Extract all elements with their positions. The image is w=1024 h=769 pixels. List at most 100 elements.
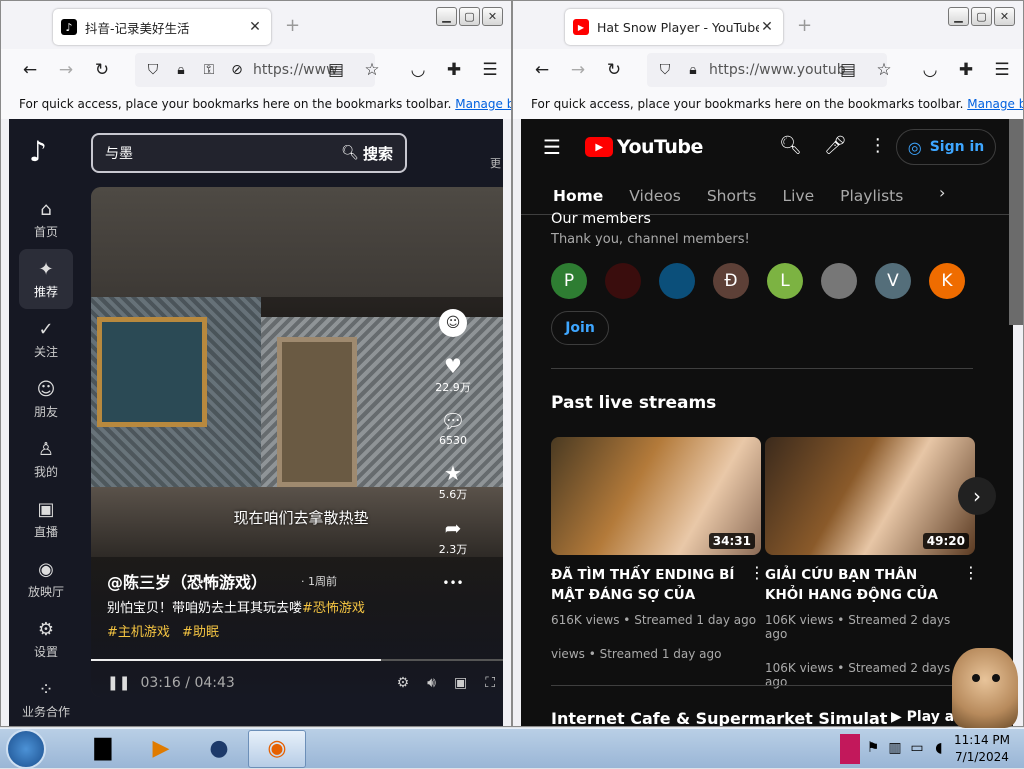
sidebar-item-2[interactable]: ✓ 关注 (9, 309, 83, 369)
pocket-icon[interactable]: ◡ (403, 55, 433, 85)
taskbar-app-3[interactable]: ● (190, 730, 248, 768)
pip-icon[interactable]: ▣ (454, 675, 467, 691)
taskbar-app-1[interactable]: ▇ (74, 730, 132, 768)
fullscreen-icon[interactable]: ⛶ (485, 675, 495, 691)
reader-icon[interactable]: ▤ (321, 55, 351, 85)
settings-icon[interactable]: ⚙ (397, 675, 410, 691)
microphone-icon[interactable]: 🎤︎ (824, 135, 847, 156)
sign-in-button[interactable]: ◎ Sign in (896, 129, 996, 165)
sidebar-item-8[interactable]: ⁘ 业务合作 (9, 669, 83, 726)
permissions-icon[interactable]: ⚿ (197, 62, 221, 78)
bookmark-star-icon[interactable]: ☆ (869, 55, 899, 85)
taskbar-firefox[interactable]: ◉ (248, 729, 306, 768)
minimize-button[interactable]: ▁ (436, 7, 457, 26)
favorite-button[interactable]: ★ 5.6万 (439, 460, 468, 502)
sidebar-item-4[interactable]: ♙ 我的 (9, 429, 83, 489)
forward-icon[interactable]: → (563, 55, 593, 85)
progress-bar[interactable] (91, 659, 503, 661)
flag-icon[interactable]: ⚑ (864, 740, 882, 758)
manage-bookmarks-link[interactable]: Manage bookmarks (455, 97, 511, 111)
close-window-button[interactable]: ✕ (482, 7, 503, 26)
maximize-button[interactable]: ▢ (459, 7, 480, 26)
member-avatar[interactable] (605, 263, 641, 299)
sidebar-item-3[interactable]: ☺ 朋友 (9, 369, 83, 429)
pocket-icon[interactable]: ◡ (915, 55, 945, 85)
extensions-icon[interactable]: ✚ (951, 55, 981, 85)
search-icon[interactable]: 🔍︎ (341, 145, 359, 161)
description-tag[interactable]: #恐怖游戏 (302, 601, 365, 616)
tag-link[interactable]: #主机游戏 (107, 625, 170, 640)
reload-icon[interactable]: ↻ (87, 55, 117, 85)
member-avatar[interactable]: L (767, 263, 803, 299)
extensions-icon[interactable]: ✚ (439, 55, 469, 85)
taskbar-app-2[interactable]: ▶ (132, 730, 190, 768)
maximize-button[interactable]: ▢ (971, 7, 992, 26)
forward-icon[interactable]: → (51, 55, 81, 85)
video-thumbnail[interactable]: 49:20 (765, 437, 975, 555)
carousel-next-button[interactable]: › (958, 477, 996, 515)
tab-live[interactable]: Live (782, 187, 814, 205)
tray-app-icon[interactable] (840, 734, 860, 764)
youtube-logo[interactable]: ▶ YouTube (584, 136, 703, 158)
video-menu-icon[interactable]: ⋮ (963, 563, 979, 582)
reader-icon[interactable]: ▤ (833, 55, 863, 85)
new-tab-icon[interactable]: + (797, 15, 812, 36)
tab-home[interactable]: Home (553, 187, 603, 205)
network-icon[interactable]: ▥ (886, 740, 904, 758)
video-menu-icon[interactable]: ⋮ (749, 563, 765, 582)
video-card[interactable]: 49:20 GIẢI CỨU BẠN THÂN KHỎI HANG ĐỘNG C… (765, 437, 979, 689)
member-avatar[interactable] (659, 263, 695, 299)
search-icon[interactable]: 🔍︎ (779, 135, 802, 156)
member-avatar[interactable]: Đ (713, 263, 749, 299)
new-tab-icon[interactable]: + (285, 15, 300, 36)
member-avatar[interactable] (821, 263, 857, 299)
close-tab-icon[interactable]: ✕ (759, 19, 775, 35)
douyin-logo-icon[interactable]: ♪ (29, 135, 63, 169)
video-thumbnail[interactable]: 34:31 (551, 437, 761, 555)
tab-douyin[interactable]: ♪ 抖音-记录美好生活 ✕ (53, 9, 271, 45)
tab-shorts[interactable]: Shorts (707, 187, 757, 205)
more-label[interactable]: 更 (490, 155, 501, 171)
back-icon[interactable]: ← (15, 55, 45, 85)
lock-icon[interactable]: 🔒︎ (169, 62, 193, 78)
tab-playlists[interactable]: Playlists (840, 187, 903, 205)
chevron-right-icon[interactable]: › (939, 183, 945, 202)
author-avatar[interactable]: ☺ (439, 309, 467, 337)
lock-icon[interactable]: 🔒︎ (681, 62, 705, 78)
tag-link[interactable]: #助眠 (182, 625, 219, 640)
close-window-button[interactable]: ✕ (994, 7, 1015, 26)
more-button[interactable]: ••• (442, 570, 463, 596)
scrollbar[interactable] (1009, 119, 1023, 325)
video-title[interactable]: GIẢI CỨU BẠN THÂN KHỎI HANG ĐỘNG CỦA ĐÀN… (765, 565, 950, 605)
search-button[interactable]: 搜索 (363, 143, 393, 164)
member-avatar[interactable]: P (551, 263, 587, 299)
sidebar-item-0[interactable]: ⌂ 首页 (9, 189, 83, 249)
back-icon[interactable]: ← (527, 55, 557, 85)
tab-videos[interactable]: Videos (629, 187, 681, 205)
bookmark-star-icon[interactable]: ☆ (357, 55, 387, 85)
sidebar-item-1[interactable]: ✦ 推荐 (19, 249, 73, 309)
menu-icon[interactable]: ☰ (475, 55, 505, 85)
search-input[interactable]: 与墨 (105, 143, 341, 163)
volume-icon[interactable]: 🔊︎ (427, 675, 436, 691)
start-button[interactable] (6, 728, 46, 769)
shield-icon[interactable]: ⛉ (653, 62, 677, 78)
reload-icon[interactable]: ↻ (599, 55, 629, 85)
hamburger-menu-icon[interactable]: ☰ (543, 135, 561, 159)
clock[interactable]: 11:14 PM 7/1/2024 (944, 732, 1020, 766)
member-avatar[interactable]: K (929, 263, 965, 299)
manage-bookmarks-link[interactable]: Manage bookmarks (967, 97, 1023, 111)
video-author[interactable]: @陈三岁（恐怖游戏） (107, 569, 267, 593)
tracking-icon[interactable]: ⊘ (225, 62, 249, 78)
search-box[interactable]: 与墨 🔍︎ 搜索 (91, 133, 407, 173)
video-card[interactable]: 34:31 ĐÃ TÌM THẤY ENDING BÍ MẬT ĐÁNG SỢ … (551, 437, 765, 661)
share-button[interactable]: ➦ 2.3万 (439, 515, 468, 557)
monitor-icon[interactable]: ▭ (908, 740, 926, 758)
sidebar-item-7[interactable]: ⚙ 设置 (9, 609, 83, 669)
pause-icon[interactable]: ❚❚ (107, 675, 130, 691)
more-vert-icon[interactable]: ⋮ (869, 135, 887, 156)
like-button[interactable]: ♥ 22.9万 (435, 353, 471, 395)
playlist-title[interactable]: Internet Cafe & Supermarket Simulat (551, 709, 887, 726)
sidebar-item-5[interactable]: ▣ 直播 (9, 489, 83, 549)
close-tab-icon[interactable]: ✕ (247, 19, 263, 35)
